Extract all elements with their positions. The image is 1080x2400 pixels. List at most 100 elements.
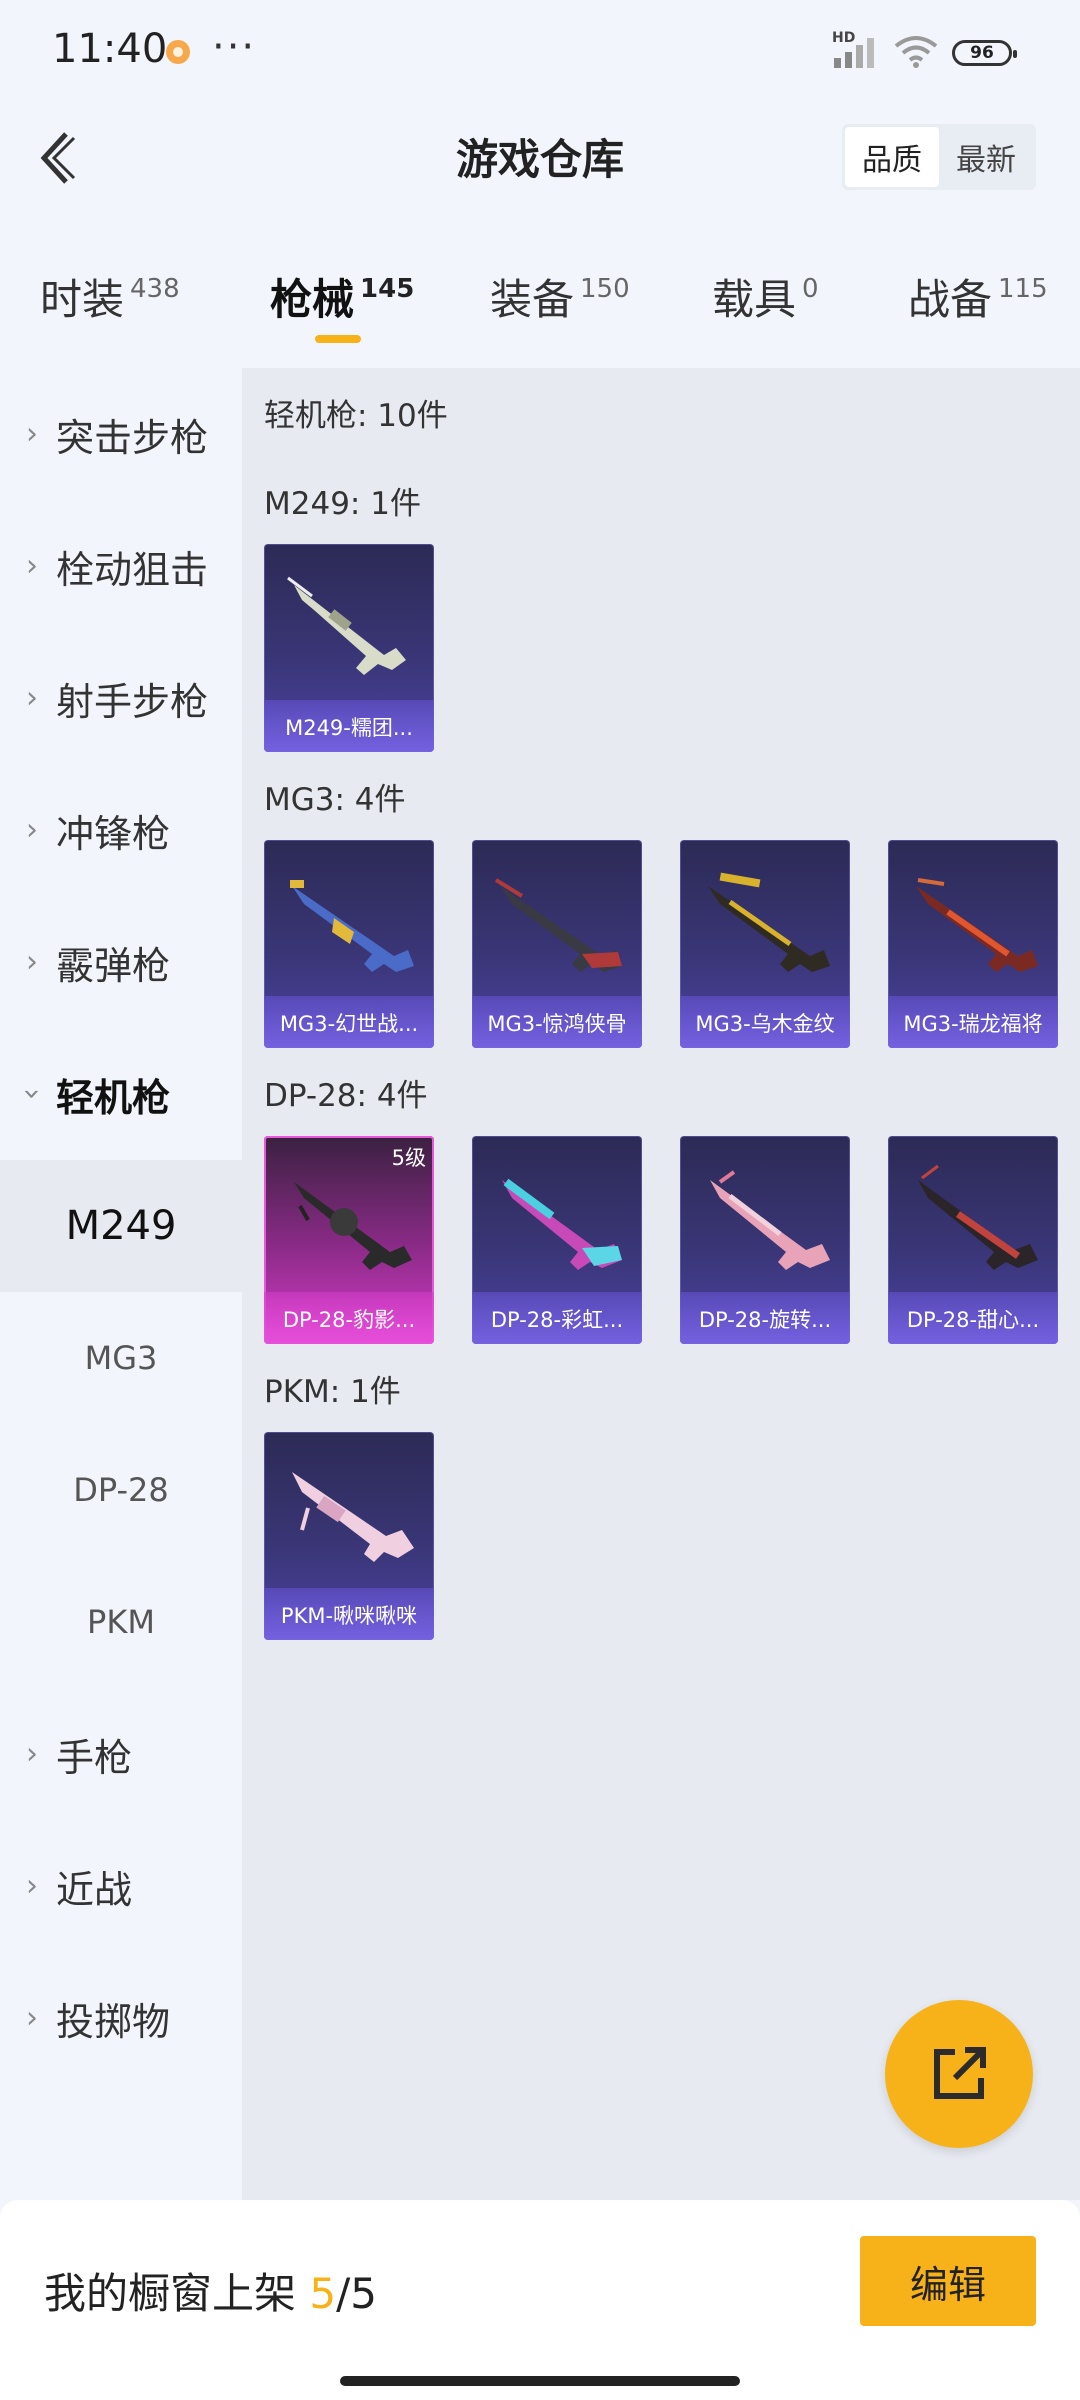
- chevron-right-icon: ›: [26, 2000, 38, 2036]
- back-arrow-icon: [40, 132, 76, 184]
- tab-count: 150: [580, 274, 630, 304]
- more-notifications-icon: ···: [212, 24, 257, 70]
- sidebar-subitem-mg3[interactable]: MG3: [0, 1292, 242, 1424]
- sidebar-item-label: 投掷物: [56, 1999, 171, 2044]
- group-title-mg3: MG3: 4件: [264, 782, 406, 818]
- weapon-image: [294, 1182, 412, 1270]
- weapon-card[interactable]: 5级 DP-28-豹影...: [264, 1136, 434, 1344]
- status-bar: 11:40 ··· HD 96: [0, 0, 1080, 100]
- share-external-icon: [934, 2047, 986, 2099]
- weapon-card[interactable]: MG3-乌木金纹: [680, 840, 850, 1048]
- weapon-name: DP-28-豹影...: [282, 1308, 416, 1332]
- sidebar-item-marksman-rifle[interactable]: › 射手步枪: [0, 632, 242, 764]
- weapon-name: MG3-瑞龙福将: [903, 1012, 1043, 1036]
- sidebar-item-throwables[interactable]: › 投掷物: [0, 1952, 242, 2084]
- home-indicator[interactable]: [340, 2376, 740, 2386]
- showcase-total: 5: [350, 2269, 377, 2318]
- group-title-dp28: DP-28: 4件: [264, 1078, 428, 1114]
- chevron-right-icon: ›: [26, 944, 38, 980]
- weapon-card[interactable]: DP-28-甜心...: [888, 1136, 1058, 1344]
- tab-count: 145: [360, 274, 415, 304]
- tab-vehicles[interactable]: 载具 0: [712, 266, 819, 327]
- chevron-right-icon: ›: [26, 1868, 38, 1904]
- tab-label: 枪械: [270, 275, 355, 324]
- chevron-down-icon: ›: [14, 1088, 50, 1100]
- sidebar-item-label: 射手步枪: [56, 679, 209, 724]
- weapon-card[interactable]: MG3-惊鸿侠骨: [472, 840, 642, 1048]
- battery-icon: 96: [952, 40, 1017, 66]
- sidebar-item-lmg[interactable]: › 轻机枪: [0, 1028, 242, 1160]
- weapon-image: [290, 880, 414, 972]
- chevron-right-icon: ›: [26, 416, 38, 452]
- tab-label: 时装: [40, 275, 125, 324]
- tab-equipment[interactable]: 装备 150: [490, 266, 630, 327]
- weapon-card[interactable]: DP-28-彩虹...: [472, 1136, 642, 1344]
- weapon-name: DP-28-旋转...: [698, 1308, 832, 1332]
- tab-count: 115: [998, 274, 1048, 304]
- weapon-name: MG3-惊鸿侠骨: [487, 1012, 627, 1036]
- chevron-right-icon: ›: [26, 548, 38, 584]
- sort-by-latest[interactable]: 最新: [939, 127, 1033, 187]
- sidebar-item-label: 近战: [56, 1867, 133, 1912]
- weapon-image: [710, 1170, 830, 1270]
- tab-count: 0: [802, 274, 819, 304]
- edit-button[interactable]: 编辑: [860, 2236, 1036, 2326]
- sidebar-item-label: 突击步枪: [56, 415, 209, 460]
- status-time: 11:40: [52, 26, 168, 72]
- chevron-right-icon: ›: [26, 680, 38, 716]
- sidebar-item-shotgun[interactable]: › 霰弹枪: [0, 896, 242, 1028]
- sidebar-subitem-pkm[interactable]: PKM: [0, 1556, 242, 1688]
- weapon-name: DP-28-甜心...: [906, 1308, 1040, 1332]
- sidebar-item-melee[interactable]: › 近战: [0, 1820, 242, 1952]
- sidebar-item-label: 轻机枪: [56, 1075, 171, 1120]
- sort-toggle: 品质 最新: [842, 124, 1036, 190]
- weapon-content-panel: 轻机枪: 10件 M249: 1件 M249-糯团... MG3: 4件 MG3…: [242, 368, 1080, 2200]
- weapon-image: [292, 1472, 414, 1562]
- sidebar-subitem-m249[interactable]: M249: [0, 1160, 242, 1292]
- sidebar-subitem-dp28[interactable]: DP-28: [0, 1424, 242, 1556]
- showcase-current: 5: [309, 2269, 337, 2318]
- tab-fashion[interactable]: 时装 438: [40, 266, 180, 327]
- category-tabs: 时装 438 枪械 145 装备 150 载具 0 战备 115: [0, 250, 1080, 350]
- weapon-image: [916, 878, 1038, 972]
- sidebar-item-label: 霰弹枪: [56, 943, 171, 988]
- tab-combat-supplies[interactable]: 战备 115: [908, 266, 1048, 327]
- sort-by-quality[interactable]: 品质: [845, 127, 939, 187]
- weapon-category-sidebar: › 突击步枪 › 栓动狙击 › 射手步枪 › 冲锋枪 › 霰弹枪 › 轻机枪 M…: [0, 368, 242, 2200]
- weapon-name: DP-28-彩虹...: [490, 1308, 624, 1332]
- showcase-status: 我的橱窗上架 5/5: [44, 2260, 377, 2321]
- tab-firearms[interactable]: 枪械 145: [270, 266, 414, 327]
- chevron-right-icon: ›: [26, 1736, 38, 1772]
- showcase-separator: /: [336, 2269, 351, 2318]
- weapon-image: [708, 872, 830, 972]
- weapon-image: [287, 576, 406, 675]
- group-title-m249: M249: 1件: [264, 486, 421, 522]
- sidebar-item-label: 手枪: [56, 1735, 133, 1780]
- weapon-name: M249-糯团...: [285, 716, 413, 740]
- weapon-image: [494, 878, 622, 972]
- sidebar-item-assault-rifle[interactable]: › 突击步枪: [0, 368, 242, 500]
- weapon-card[interactable]: M249-糯团...: [264, 544, 434, 752]
- sidebar-item-label: 冲锋枪: [56, 811, 171, 856]
- share-button[interactable]: [885, 2000, 1033, 2148]
- category-title: 轻机枪: 10件: [264, 398, 448, 434]
- wifi-icon: [894, 36, 938, 68]
- back-button[interactable]: [26, 118, 86, 198]
- weapon-name: PKM-啾咪啾咪: [280, 1604, 418, 1628]
- sidebar-item-label: 栓动狙击: [56, 547, 209, 592]
- weapon-card[interactable]: MG3-瑞龙福将: [888, 840, 1058, 1048]
- weapon-card[interactable]: DP-28-旋转...: [680, 1136, 850, 1344]
- weapon-image: [918, 1164, 1038, 1270]
- sidebar-item-pistol[interactable]: › 手枪: [0, 1688, 242, 1820]
- tab-label: 战备: [908, 275, 993, 324]
- weapon-card[interactable]: PKM-啾咪啾咪: [264, 1432, 434, 1640]
- chevron-right-icon: ›: [26, 812, 38, 848]
- battery-level: 96: [970, 43, 994, 63]
- notification-icon: [166, 40, 190, 64]
- sidebar-item-bolt-sniper[interactable]: › 栓动狙击: [0, 500, 242, 632]
- weapon-name: MG3-幻世战...: [279, 1012, 419, 1036]
- sidebar-item-smg[interactable]: › 冲锋枪: [0, 764, 242, 896]
- tab-count: 438: [130, 274, 180, 304]
- weapon-card[interactable]: MG3-幻世战...: [264, 840, 434, 1048]
- weapon-image: [502, 1178, 622, 1270]
